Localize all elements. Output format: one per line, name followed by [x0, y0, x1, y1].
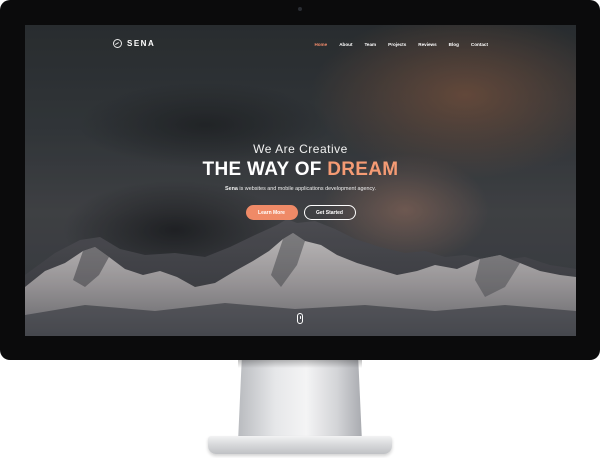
learn-more-button[interactable]: Learn More — [245, 205, 298, 220]
hero-cta-group: Learn More Get Started — [25, 205, 576, 220]
monitor-stand-base — [208, 436, 392, 454]
webcam-icon — [298, 7, 302, 11]
nav-link-reviews[interactable]: Reviews — [406, 42, 436, 47]
brand-name: SENA — [127, 39, 156, 48]
circle-logo-icon — [113, 39, 122, 48]
nav-link-about[interactable]: About — [327, 42, 352, 47]
mouse-scroll-icon[interactable] — [297, 313, 303, 324]
hero-subtitle: Sena is websites and mobile applications… — [25, 186, 576, 193]
nav-link-blog[interactable]: Blog — [437, 42, 459, 47]
hero-subtitle-brand: Sena — [225, 186, 238, 192]
main-navigation: Home About Team Projects Reviews Blog Co… — [302, 42, 488, 47]
nav-link-projects[interactable]: Projects — [376, 42, 406, 47]
brand-logo-link[interactable]: SENA — [113, 39, 155, 48]
hero-section: We Are Creative THE WAY OF DREAM Sena is… — [25, 142, 576, 193]
nav-link-home[interactable]: Home — [302, 42, 327, 47]
monitor-stand-shadow — [238, 360, 362, 368]
hero-kicker: We Are Creative — [253, 142, 348, 156]
website-screen: SENA Home About Team Projects Reviews Bl… — [25, 25, 576, 336]
hero-title-main: THE WAY OF — [202, 159, 328, 180]
nav-link-team[interactable]: Team — [352, 42, 376, 47]
hero-subtitle-text: is websites and mobile applications deve… — [237, 186, 376, 192]
monitor-bezel: SENA Home About Team Projects Reviews Bl… — [0, 0, 600, 360]
nav-link-contact[interactable]: Contact — [459, 42, 488, 47]
hero-title-accent: DREAM — [327, 159, 399, 180]
imac-mockup: SENA Home About Team Projects Reviews Bl… — [0, 0, 600, 458]
hero-title: THE WAY OF DREAM — [25, 159, 576, 181]
get-started-button[interactable]: Get Started — [303, 205, 356, 220]
monitor-stand-neck — [238, 360, 362, 442]
